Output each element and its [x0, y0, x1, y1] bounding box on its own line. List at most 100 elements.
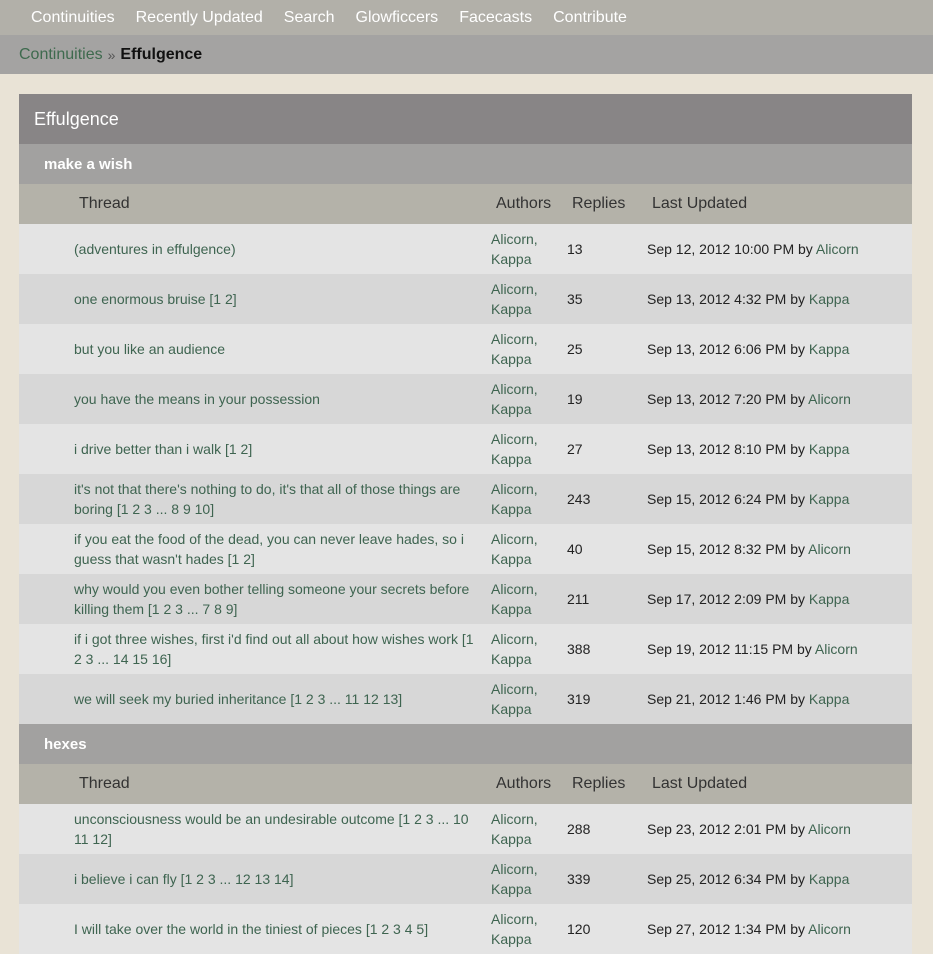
- thread-cell: why would you even bother telling someon…: [19, 579, 491, 619]
- author-link[interactable]: Kappa: [491, 251, 531, 267]
- section-title[interactable]: make a wish: [19, 144, 912, 184]
- authors-cell: Alicorn, Kappa: [491, 629, 567, 669]
- table-row: I will take over the world in the tinies…: [19, 904, 912, 954]
- thread-link[interactable]: unconsciousness would be an undesirable …: [74, 811, 395, 827]
- thread-pages-links[interactable]: [1 2 3 ... 12 13 14]: [181, 871, 294, 887]
- breadcrumb-continuities-link[interactable]: Continuities: [19, 46, 103, 64]
- last-author-link[interactable]: Kappa: [809, 871, 849, 887]
- last-author-link[interactable]: Kappa: [809, 691, 849, 707]
- nav-glowficcers[interactable]: Glowficcers: [356, 9, 439, 27]
- thread-link[interactable]: if i got three wishes, first i'd find ou…: [74, 631, 458, 647]
- author-link[interactable]: Alicorn,: [491, 581, 538, 597]
- authors-cell: Alicorn, Kappa: [491, 579, 567, 619]
- author-link[interactable]: Kappa: [491, 351, 531, 367]
- thread-link[interactable]: i drive better than i walk: [74, 441, 221, 457]
- continuity-table: Effulgence make a wish Thread Authors Repli…: [19, 94, 912, 954]
- author-link[interactable]: Alicorn,: [491, 281, 538, 297]
- last-updated-date: Sep 25, 2012 6:34 PM by: [647, 871, 809, 887]
- authors-cell: Alicorn, Kappa: [491, 379, 567, 419]
- author-link[interactable]: Kappa: [491, 551, 531, 567]
- thread-pages-links[interactable]: [1 2]: [209, 291, 236, 307]
- author-link[interactable]: Kappa: [491, 301, 531, 317]
- replies-column-header: Replies: [572, 775, 626, 792]
- thread-pages-links[interactable]: [1 2 3 ... 8 9 10]: [117, 501, 214, 517]
- replies-count: 288: [567, 821, 591, 837]
- authors-cell: Alicorn, Kappa: [491, 909, 567, 949]
- author-link[interactable]: Kappa: [491, 401, 531, 417]
- thread-link[interactable]: (adventures in effulgence): [74, 241, 236, 257]
- author-link[interactable]: Kappa: [491, 701, 531, 717]
- thread-cell: if i got three wishes, first i'd find ou…: [19, 629, 491, 669]
- thread-link[interactable]: we will seek my buried inheritance: [74, 691, 286, 707]
- author-link[interactable]: Kappa: [491, 931, 531, 947]
- last-author-link[interactable]: Kappa: [809, 441, 849, 457]
- author-link[interactable]: Alicorn,: [491, 431, 538, 447]
- nav-contribute[interactable]: Contribute: [553, 9, 627, 27]
- last-author-link[interactable]: Alicorn: [808, 391, 851, 407]
- authors-cell: Alicorn, Kappa: [491, 529, 567, 569]
- thread-link[interactable]: you have the means in your possession: [74, 391, 320, 407]
- author-link[interactable]: Kappa: [491, 831, 531, 847]
- author-link[interactable]: Alicorn,: [491, 381, 538, 397]
- author-link[interactable]: Alicorn,: [491, 811, 538, 827]
- author-link[interactable]: Kappa: [491, 601, 531, 617]
- last-author-link[interactable]: Kappa: [809, 341, 849, 357]
- section-title[interactable]: hexes: [19, 724, 912, 764]
- table-row: one enormous bruise [1 2] Alicorn, Kappa 35…: [19, 274, 912, 324]
- author-link[interactable]: Alicorn,: [491, 531, 538, 547]
- thread-pages-links[interactable]: [1 2 3 ... 7 8 9]: [148, 601, 238, 617]
- last-updated-cell: Sep 19, 2012 11:15 PM by Alicorn: [647, 641, 912, 657]
- authors-column-header: Authors: [496, 775, 552, 792]
- author-link[interactable]: Alicorn,: [491, 681, 538, 697]
- last-updated-cell: Sep 23, 2012 2:01 PM by Alicorn: [647, 821, 912, 837]
- table-header-row: Thread Authors Replies Last Updated: [19, 184, 912, 224]
- last-updated-date: Sep 13, 2012 7:20 PM by: [647, 391, 809, 407]
- author-link[interactable]: Alicorn,: [491, 631, 538, 647]
- thread-cell: one enormous bruise [1 2]: [19, 289, 491, 309]
- nav-facecasts[interactable]: Facecasts: [459, 9, 532, 27]
- replies-count: 319: [567, 691, 591, 707]
- last-author-link[interactable]: Alicorn: [808, 821, 851, 837]
- thread-link[interactable]: i believe i can fly: [74, 871, 177, 887]
- last-updated-column-header: Last Updated: [652, 775, 748, 792]
- table-row: i believe i can fly [1 2 3 ... 12 13 14]…: [19, 854, 912, 904]
- thread-link[interactable]: one enormous bruise: [74, 291, 206, 307]
- author-link[interactable]: Alicorn,: [491, 911, 538, 927]
- author-link[interactable]: Kappa: [491, 651, 531, 667]
- last-author-link[interactable]: Alicorn: [816, 241, 859, 257]
- breadcrumb-current: Effulgence: [120, 45, 203, 63]
- thread-pages-links[interactable]: [1 2]: [228, 551, 255, 567]
- last-author-link[interactable]: Alicorn: [815, 641, 858, 657]
- author-link[interactable]: Alicorn,: [491, 481, 538, 497]
- thread-link[interactable]: why would you even bother telling someon…: [74, 581, 469, 617]
- last-author-link[interactable]: Alicorn: [808, 541, 851, 557]
- author-link[interactable]: Alicorn,: [491, 331, 538, 347]
- thread-link[interactable]: but you like an audience: [74, 341, 225, 357]
- replies-count: 13: [567, 241, 583, 257]
- last-author-link[interactable]: Kappa: [809, 591, 849, 607]
- authors-cell: Alicorn, Kappa: [491, 679, 567, 719]
- last-updated-cell: Sep 21, 2012 1:46 PM by Kappa: [647, 691, 912, 707]
- thread-link[interactable]: if you eat the food of the dead, you can…: [74, 531, 464, 567]
- last-updated-column-header: Last Updated: [652, 195, 748, 212]
- thread-cell: I will take over the world in the tinies…: [19, 919, 491, 939]
- table-row: why would you even bother telling someon…: [19, 574, 912, 624]
- nav-recently-updated[interactable]: Recently Updated: [136, 9, 263, 27]
- authors-cell: Alicorn, Kappa: [491, 279, 567, 319]
- last-updated-date: Sep 21, 2012 1:46 PM by: [647, 691, 809, 707]
- last-updated-cell: Sep 13, 2012 4:32 PM by Kappa: [647, 291, 912, 307]
- author-link[interactable]: Alicorn,: [491, 231, 538, 247]
- author-link[interactable]: Kappa: [491, 451, 531, 467]
- nav-continuities[interactable]: Continuities: [31, 9, 115, 27]
- author-link[interactable]: Kappa: [491, 501, 531, 517]
- last-author-link[interactable]: Kappa: [809, 491, 849, 507]
- table-row: if i got three wishes, first i'd find ou…: [19, 624, 912, 674]
- last-author-link[interactable]: Kappa: [809, 291, 849, 307]
- authors-cell: Alicorn, Kappa: [491, 479, 567, 519]
- breadcrumb: Continuities » Effulgence: [0, 35, 933, 74]
- author-link[interactable]: Alicorn,: [491, 861, 538, 877]
- thread-pages-links[interactable]: [1 2 3 ... 11 12 13]: [290, 691, 402, 707]
- author-link[interactable]: Kappa: [491, 881, 531, 897]
- nav-search[interactable]: Search: [284, 9, 335, 27]
- thread-pages-links[interactable]: [1 2]: [225, 441, 252, 457]
